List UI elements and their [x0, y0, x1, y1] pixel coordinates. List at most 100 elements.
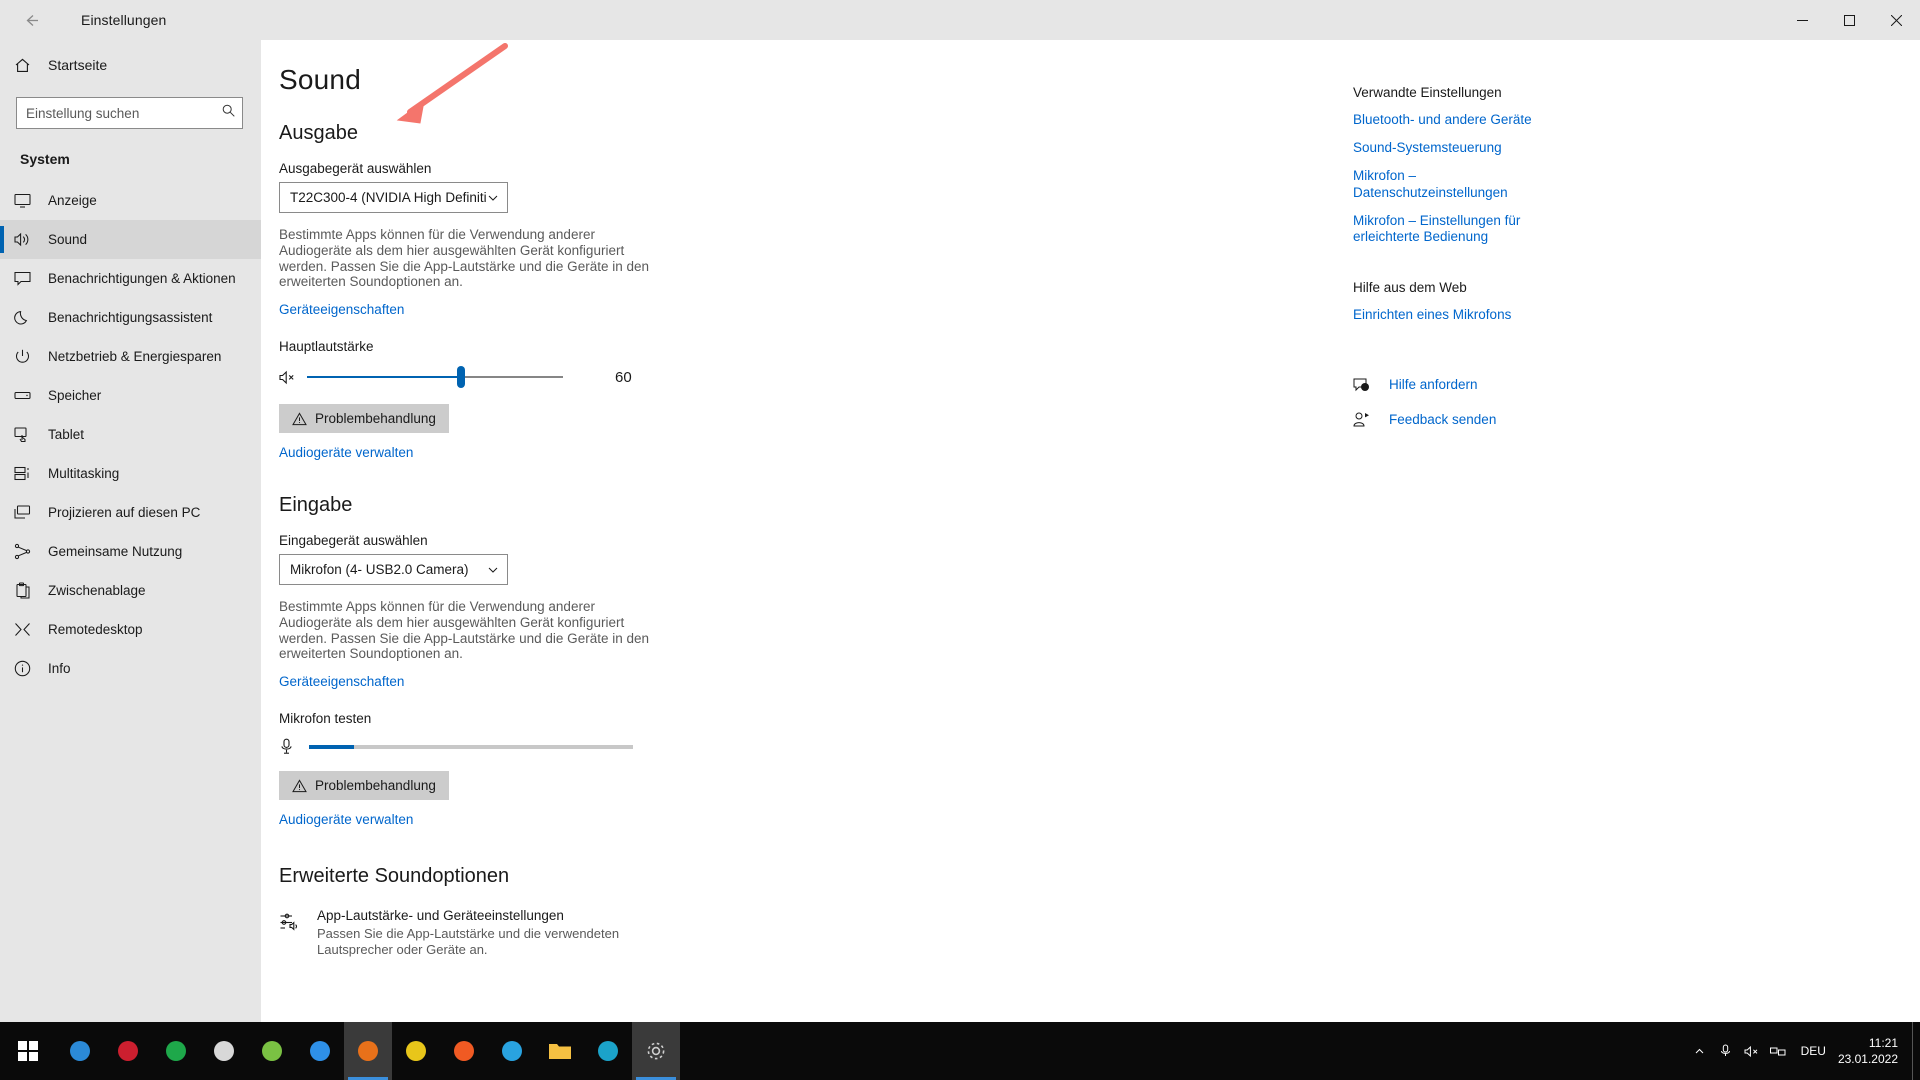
taskbar-teamviewer-icon[interactable]: [248, 1022, 296, 1080]
show-desktop-button[interactable]: [1912, 1022, 1920, 1080]
output-device-value: T22C300-4 (NVIDIA High Definition...: [290, 190, 487, 205]
warning-triangle-icon: [292, 412, 307, 426]
web-help-link-1[interactable]: Einrichten eines Mikrofons: [1353, 307, 1563, 323]
remote-desktop-icon: [14, 621, 44, 638]
clock-date: 23.01.2022: [1837, 1052, 1898, 1066]
rail-footer-label: Hilfe anfordern: [1389, 377, 1478, 393]
sidebar-nav-list: Anzeige Sound Benachrichtigungen & Aktione…: [0, 181, 261, 688]
output-device-properties-link[interactable]: Geräteeigenschaften: [279, 302, 404, 317]
microphone-tray-icon[interactable]: [1713, 1044, 1739, 1058]
output-device-select[interactable]: T22C300-4 (NVIDIA High Definition...: [279, 182, 508, 213]
volume-muted-tray-icon[interactable]: [1739, 1045, 1765, 1058]
sidebar-item-benachrichtigungen-aktionen[interactable]: Benachrichtigungen & Aktionen: [0, 259, 261, 298]
master-volume-slider[interactable]: [307, 366, 563, 389]
input-troubleshoot-label: Problembehandlung: [315, 778, 436, 794]
sidebar-item-label: Tablet: [48, 427, 85, 442]
close-button[interactable]: [1873, 0, 1920, 40]
clipboard-icon: [14, 582, 44, 599]
moon-icon: [14, 309, 44, 326]
related-link-2[interactable]: Sound-Systemsteuerung: [1353, 140, 1563, 156]
sidebar-item-multitasking[interactable]: Multitasking: [0, 454, 261, 493]
sidebar-item-benachrichtigungsassistent[interactable]: Benachrichtigungsassistent: [0, 298, 261, 337]
master-volume-label: Hauptlautstärke: [279, 339, 374, 355]
sidebar-item-zwischenablage[interactable]: Zwischenablage: [0, 571, 261, 610]
sidebar-item-sound[interactable]: Sound: [0, 220, 261, 259]
related-link-1[interactable]: Bluetooth- und andere Geräte: [1353, 112, 1563, 128]
mic-level-meter: [309, 744, 633, 749]
help-question-icon: ?: [1353, 376, 1377, 393]
sidebar-item-label: Speicher: [48, 388, 102, 403]
taskbar-camera-icon[interactable]: [200, 1022, 248, 1080]
sidebar-item-label: Benachrichtigungsassistent: [48, 310, 213, 325]
microphone-icon: [279, 738, 303, 755]
app-volume-device-prefs-item[interactable]: App-Lautstärke- und Geräteeinstellungen …: [279, 908, 1345, 957]
taskbar-media-player-icon[interactable]: [344, 1022, 392, 1080]
main-content: Sound Ausgabe Ausgabegerät auswählen T22…: [261, 40, 1345, 1022]
taskbar-firefox-icon[interactable]: [440, 1022, 488, 1080]
sidebar-group-title: System: [20, 151, 70, 167]
taskbar-messenger-icon[interactable]: [296, 1022, 344, 1080]
share-icon: [14, 543, 44, 560]
sidebar-item-speicher[interactable]: Speicher: [0, 376, 261, 415]
window-controls: [1779, 0, 1920, 40]
drive-icon: [14, 387, 44, 404]
taskbar-video-player-icon[interactable]: [392, 1022, 440, 1080]
network-tray-icon[interactable]: [1765, 1045, 1791, 1058]
back-button[interactable]: [8, 4, 54, 36]
sidebar-item-home[interactable]: Startseite: [0, 45, 261, 85]
sidebar-item-tablet[interactable]: Tablet: [0, 415, 261, 454]
input-section-heading: Eingabe: [279, 494, 353, 517]
chevron-down-icon: [487, 564, 499, 576]
slider-thumb[interactable]: [456, 366, 465, 389]
sidebar-item-netzbetrieb-energiesparen[interactable]: Netzbetrieb & Energiesparen: [0, 337, 261, 376]
chevron-down-icon: [487, 192, 499, 204]
sidebar-item-projizieren-auf-diesen-pc[interactable]: Projizieren auf diesen PC: [0, 493, 261, 532]
maximize-button[interactable]: [1826, 0, 1873, 40]
taskbar-photoshop-icon[interactable]: [584, 1022, 632, 1080]
sidebar-item-label: Remotedesktop: [48, 622, 143, 637]
taskbar-settings-gear-icon[interactable]: [632, 1022, 680, 1080]
rail-footer-item-1[interactable]: ? Hilfe anfordern: [1353, 376, 1920, 393]
related-links-list: Bluetooth- und andere Geräte Sound-System…: [1353, 112, 1920, 245]
related-settings-heading: Verwandte Einstellungen: [1353, 85, 1502, 100]
taskbar-opera-icon[interactable]: [104, 1022, 152, 1080]
search-box[interactable]: [16, 97, 243, 129]
sidebar-item-label: Anzeige: [48, 193, 97, 208]
search-input[interactable]: [17, 98, 242, 128]
taskbar-sync-icon[interactable]: [152, 1022, 200, 1080]
language-indicator[interactable]: DEU: [1801, 1044, 1826, 1058]
output-manage-devices-link[interactable]: Audiogeräte verwalten: [279, 445, 413, 460]
related-link-3[interactable]: Mikrofon – Datenschutzeinstellungen: [1353, 168, 1563, 200]
input-troubleshoot-button[interactable]: Problembehandlung: [279, 771, 449, 801]
input-device-properties-link[interactable]: Geräteeigenschaften: [279, 674, 404, 689]
taskbar-edge-icon[interactable]: [56, 1022, 104, 1080]
taskbar: DEU 11:21 23.01.2022: [0, 1022, 1920, 1080]
input-description: Bestimmte Apps können für die Verwendung…: [279, 599, 649, 662]
input-device-select[interactable]: Mikrofon (4- USB2.0 Camera): [279, 554, 508, 586]
minimize-button[interactable]: [1779, 0, 1826, 40]
taskbar-file-explorer-icon[interactable]: [536, 1022, 584, 1080]
system-tray: DEU 11:21 23.01.2022: [1687, 1022, 1920, 1080]
warning-triangle-icon: [292, 779, 307, 793]
sidebar: Startseite System Anzeige Sound Benachrich…: [0, 40, 261, 1022]
taskbar-skype-icon[interactable]: [488, 1022, 536, 1080]
app-volume-item-desc: Passen Sie die App-Lautstärke und die ve…: [317, 926, 620, 957]
master-volume-row: 60: [279, 366, 1345, 389]
feedback-person-icon: [1353, 411, 1377, 428]
sidebar-item-info[interactable]: Info: [0, 649, 261, 688]
sidebar-item-gemeinsame-nutzung[interactable]: Gemeinsame Nutzung: [0, 532, 261, 571]
clock[interactable]: 11:21 23.01.2022: [1838, 1035, 1898, 1067]
web-help-heading: Hilfe aus dem Web: [1353, 280, 1467, 296]
output-troubleshoot-button[interactable]: Problembehandlung: [279, 404, 449, 434]
sidebar-item-anzeige[interactable]: Anzeige: [0, 181, 261, 220]
sidebar-item-label: Sound: [48, 232, 88, 247]
sidebar-item-remotedesktop[interactable]: Remotedesktop: [0, 610, 261, 649]
rail-footer-item-2[interactable]: Feedback senden: [1353, 411, 1920, 428]
related-link-4[interactable]: Mikrofon – Einstellungen für erleichtert…: [1353, 213, 1563, 245]
input-manage-devices-link[interactable]: Audiogeräte verwalten: [279, 812, 413, 827]
home-icon: [14, 57, 44, 74]
speaker-muted-icon[interactable]: [279, 370, 303, 385]
multitasking-icon: [14, 465, 44, 482]
start-button[interactable]: [0, 1022, 56, 1080]
chevron-up-icon[interactable]: [1687, 1046, 1713, 1057]
